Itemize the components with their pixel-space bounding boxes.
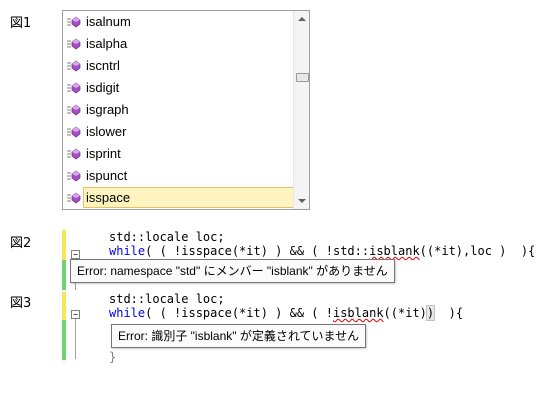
completion-item[interactable]: isgraph [64, 99, 294, 120]
error-squiggle-isblank[interactable]: isblank [333, 306, 384, 320]
code-line-1[interactable]: std::locale loc; [109, 292, 225, 307]
completion-item-label: isalpha [86, 36, 128, 51]
completion-item-label: isdigit [86, 80, 120, 95]
completion-item[interactable]: isprint [64, 143, 294, 164]
code-line-2[interactable]: while( ( !isspace(*it) ) && ( !isblank((… [109, 305, 464, 321]
completion-item[interactable]: islower [64, 121, 294, 142]
intellisense-completion-list[interactable]: isalnum isalpha iscntrl isdigit isgraph islow… [62, 10, 310, 210]
code-segment: ( ( !isspace(*it) ) && ( ! [145, 306, 333, 320]
keyword-while: while [109, 306, 146, 320]
completion-item[interactable]: ispunct [64, 165, 294, 186]
completion-item-label: islower [86, 124, 127, 139]
method-icon [67, 16, 81, 28]
completion-item-label: ispunct [86, 168, 128, 183]
completion-item-label: isgraph [86, 102, 129, 117]
method-icon [67, 192, 81, 204]
code-segment: ((*it),loc ) ){ [419, 244, 536, 258]
method-icon [67, 38, 81, 50]
saved-lines-marker-green [62, 320, 66, 360]
code-segment: ){ [434, 306, 464, 320]
completion-item-label: isspace [86, 190, 131, 205]
scroll-down-arrow-icon[interactable] [298, 199, 306, 203]
completion-item[interactable]: isdigit [64, 77, 294, 98]
method-icon [67, 60, 81, 72]
method-icon [67, 104, 81, 116]
figure-3-label: 図3 [10, 296, 32, 311]
outline-guide [75, 319, 76, 359]
code-line-3-partial: } [109, 350, 117, 364]
completion-item-label: isalnum [86, 14, 131, 29]
code-line-1[interactable]: std::locale loc; [109, 230, 225, 245]
error-tooltip: Error: namespace "std" にメンバー "isblank" が… [70, 259, 395, 283]
figure-1-label: 図1 [10, 16, 32, 31]
figure-2-label: 図2 [10, 236, 32, 251]
changed-lines-marker-yellow [62, 292, 66, 320]
code-segment: ( ( !isspace(*it) ) && ( !std:: [145, 244, 370, 258]
completion-item[interactable]: isalpha [64, 33, 294, 54]
scroll-thumb[interactable] [296, 73, 309, 82]
completion-scrollbar[interactable] [293, 11, 309, 209]
method-icon [67, 82, 81, 94]
collapse-block-icon[interactable]: − [71, 310, 80, 319]
collapse-block-icon[interactable]: − [71, 250, 80, 259]
completion-item[interactable]: isalnum [64, 11, 294, 32]
method-icon [67, 126, 81, 138]
scroll-up-arrow-icon[interactable] [298, 17, 306, 21]
code-line-2[interactable]: while( ( !isspace(*it) ) && ( !std::isbl… [109, 244, 535, 259]
saved-lines-marker-green [62, 260, 66, 290]
keyword-while: while [109, 244, 146, 258]
code-editor-fig3[interactable]: − std::locale loc; while( ( !isspace(*it… [62, 292, 542, 364]
error-squiggle-isblank[interactable]: isblank [369, 244, 420, 258]
changed-lines-marker-yellow [62, 230, 66, 260]
completion-item[interactable]: iscntrl [64, 55, 294, 76]
code-segment: ((*it) [383, 306, 427, 320]
method-icon [67, 148, 81, 160]
completion-item-label: isprint [86, 146, 121, 161]
completion-item-label: iscntrl [86, 58, 120, 73]
error-tooltip: Error: 識別子 "isblank" が定義されていません [111, 324, 367, 348]
code-editor-fig2[interactable]: − std::locale loc; while( ( !isspace(*it… [62, 230, 542, 290]
method-icon [67, 170, 81, 182]
completion-item[interactable]: isspace [64, 187, 294, 208]
